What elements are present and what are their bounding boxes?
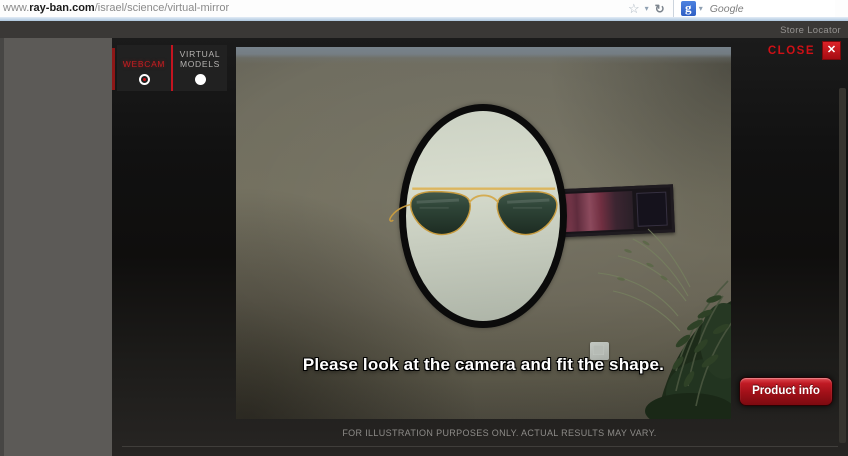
close-button-label[interactable]: CLOSE — [768, 45, 815, 57]
footer-divider — [122, 446, 838, 447]
toolbar-bottom-edge — [0, 17, 848, 21]
webcam-radio[interactable] — [139, 74, 150, 85]
tab-webcam-label: WEBCAM — [123, 60, 165, 70]
page-left-edge — [0, 38, 4, 456]
bookmark-star-icon[interactable]: ☆ — [626, 1, 642, 16]
site-header-bar: Store Locator — [0, 21, 848, 38]
instruction-caption: Please look at the camera and fit the sh… — [236, 355, 731, 375]
url-path: /israel/science/virtual-mirror — [95, 2, 229, 14]
virtual-mirror-modal: WEBCAM VIRTUAL MODELS CLOSE ✕ — [112, 38, 848, 456]
search-placeholder: Google — [706, 3, 744, 15]
url-www: www. — [3, 2, 29, 14]
close-icon[interactable]: ✕ — [822, 41, 841, 60]
refresh-icon[interactable]: ↻ — [652, 2, 668, 16]
browser-toolbar: www.ray-ban.com/israel/science/virtual-m… — [0, 0, 848, 17]
disclaimer-text: FOR ILLUSTRATION PURPOSES ONLY. ACTUAL R… — [252, 428, 747, 438]
scrollbar[interactable] — [839, 88, 846, 443]
store-locator-link[interactable]: Store Locator — [780, 25, 841, 36]
red-accent-bar — [112, 48, 115, 90]
bookmark-dropdown-icon[interactable]: ▾ — [642, 4, 652, 13]
address-bar[interactable]: www.ray-ban.com/israel/science/virtual-m… — [3, 2, 229, 14]
house-plant — [558, 221, 731, 419]
search-input[interactable]: g ▾ Google — [673, 0, 835, 17]
mode-tabs: WEBCAM VIRTUAL MODELS — [117, 45, 227, 91]
virtual-models-radio[interactable] — [195, 74, 206, 85]
google-icon[interactable]: g — [681, 1, 696, 16]
webcam-video-frame: Please look at the camera and fit the sh… — [236, 47, 731, 419]
product-info-button[interactable]: Product info — [739, 377, 833, 406]
url-domain: ray-ban.com — [29, 2, 94, 14]
tab-webcam[interactable]: WEBCAM — [117, 45, 171, 91]
toolbar-controls: ☆ ▾ ↻ g ▾ Google — [626, 0, 835, 17]
sunglasses-preview — [386, 182, 564, 245]
search-engine-dropdown-icon[interactable]: ▾ — [696, 4, 706, 13]
tab-virtual-models-label: VIRTUAL MODELS — [180, 50, 221, 69]
tab-virtual-models[interactable]: VIRTUAL MODELS — [173, 45, 227, 91]
